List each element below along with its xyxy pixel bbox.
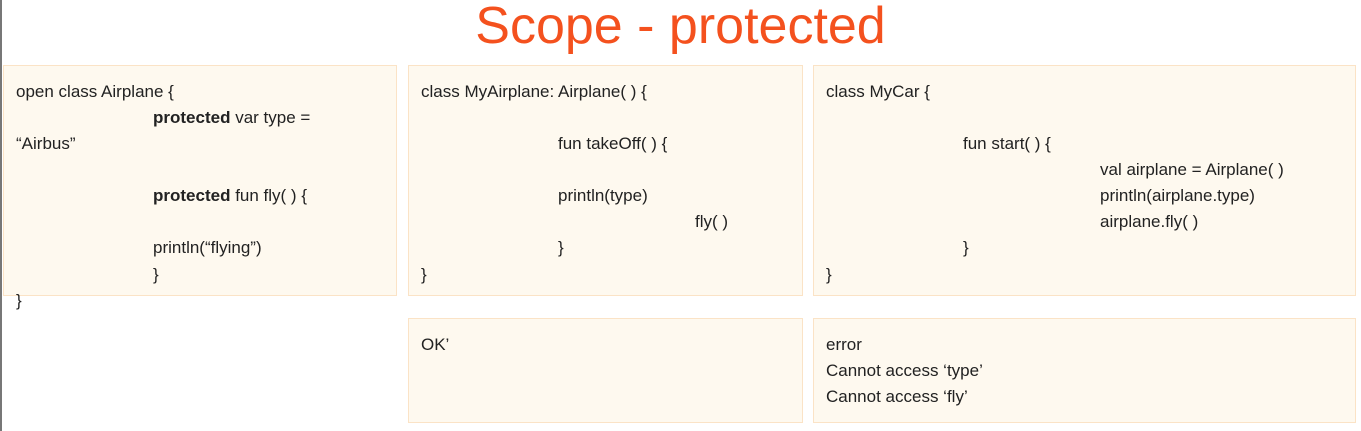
keyword: protected [153,108,231,127]
code-line: println(airplane.type) [1100,186,1255,205]
code-line: } [963,238,969,257]
code-text: fun fly( ) { [230,186,307,205]
code-line: println(type) [558,186,648,205]
code-line: protected fun fly( ) { [153,186,307,206]
code-line: } [153,265,159,284]
code-text: var type = [230,108,311,127]
left-edge [0,0,2,431]
code-line: protected var type = [153,108,310,128]
code-line: fun start( ) { [963,134,1051,153]
ok-result-box [408,318,803,423]
code-line: class MyCar { [826,82,930,101]
code-line: “Airbus” [16,134,76,153]
code-line: airplane.fly( ) [1100,212,1199,231]
code-line: val airplane = Airplane( ) [1100,160,1284,179]
code-line: class MyAirplane: Airplane( ) { [421,82,647,101]
code-line: } [421,265,427,284]
code-line: fly( ) [695,212,729,231]
error-message: Cannot access ‘fly’ [826,387,968,406]
code-line: } [558,238,564,257]
slide-title: Scope - protected [475,0,886,55]
error-label: error [826,335,862,354]
code-line: open class Airplane { [16,82,174,101]
code-line: fun takeOff( ) { [558,134,668,153]
code-line: } [16,291,22,310]
code-line: } [826,265,832,284]
code-line: println(“flying”) [153,238,262,257]
error-message: Cannot access ‘type’ [826,361,983,380]
keyword: protected [153,186,231,205]
ok-result-text: OK’ [421,335,450,354]
